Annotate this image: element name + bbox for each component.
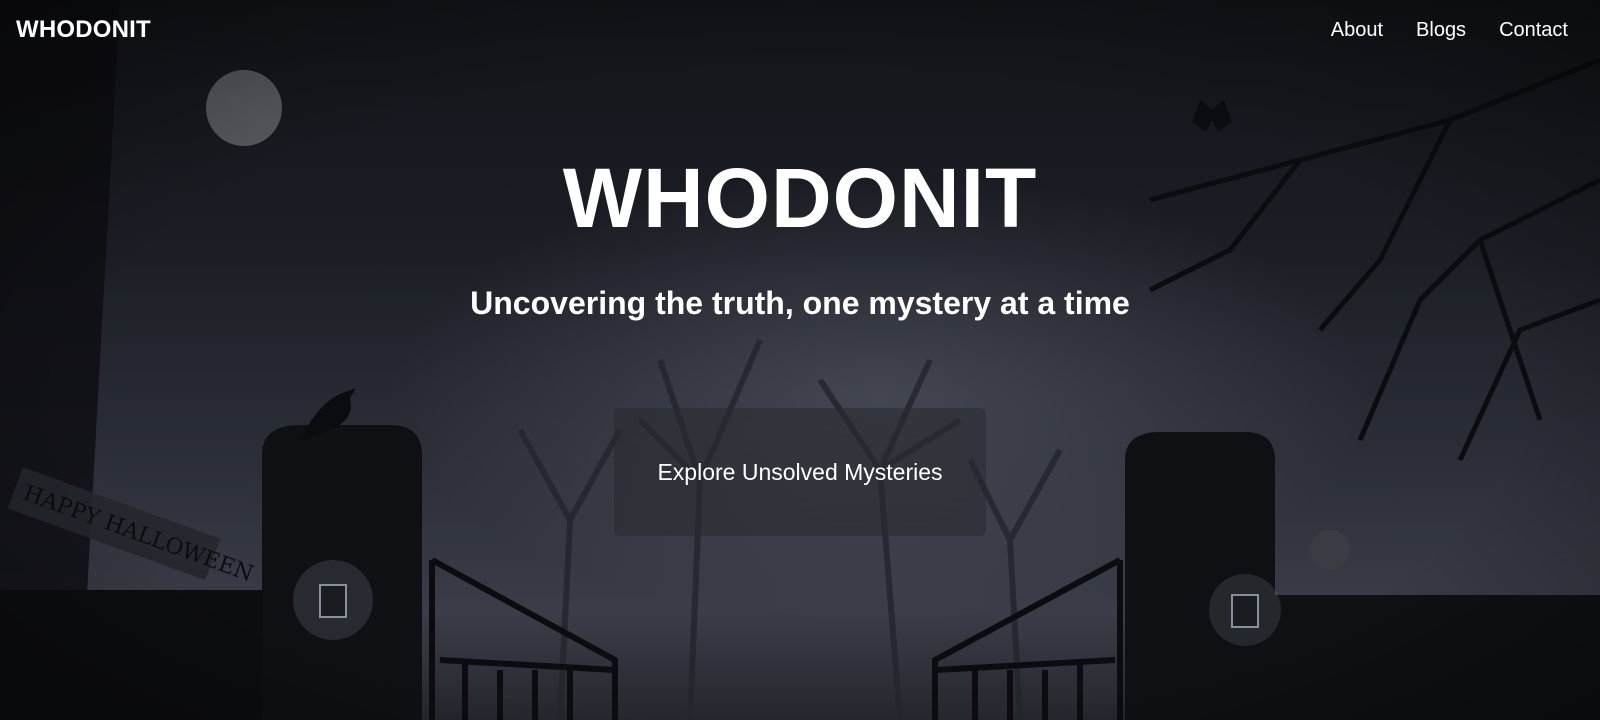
halloween-cemetery-background: HAPPY HALLOWEEN: [0, 0, 1600, 720]
page: HAPPY HALLOWEEN WHODONIT About Blogs Con…: [0, 0, 1600, 720]
explore-mysteries-button[interactable]: Explore Unsolved Mysteries: [614, 408, 986, 536]
nav-link-about[interactable]: About: [1331, 19, 1383, 42]
hero-title: WHODONIT: [562, 151, 1038, 245]
hero-tagline: Uncovering the truth, one mystery at a t…: [470, 285, 1130, 321]
top-navigation-bar: WHODONIT About Blogs Contact: [0, 0, 1600, 62]
main-nav: About Blogs Contact: [1331, 19, 1568, 42]
brand-logo[interactable]: WHODONIT: [16, 16, 151, 44]
nav-link-contact[interactable]: Contact: [1499, 19, 1568, 42]
nav-link-blogs[interactable]: Blogs: [1416, 19, 1466, 42]
